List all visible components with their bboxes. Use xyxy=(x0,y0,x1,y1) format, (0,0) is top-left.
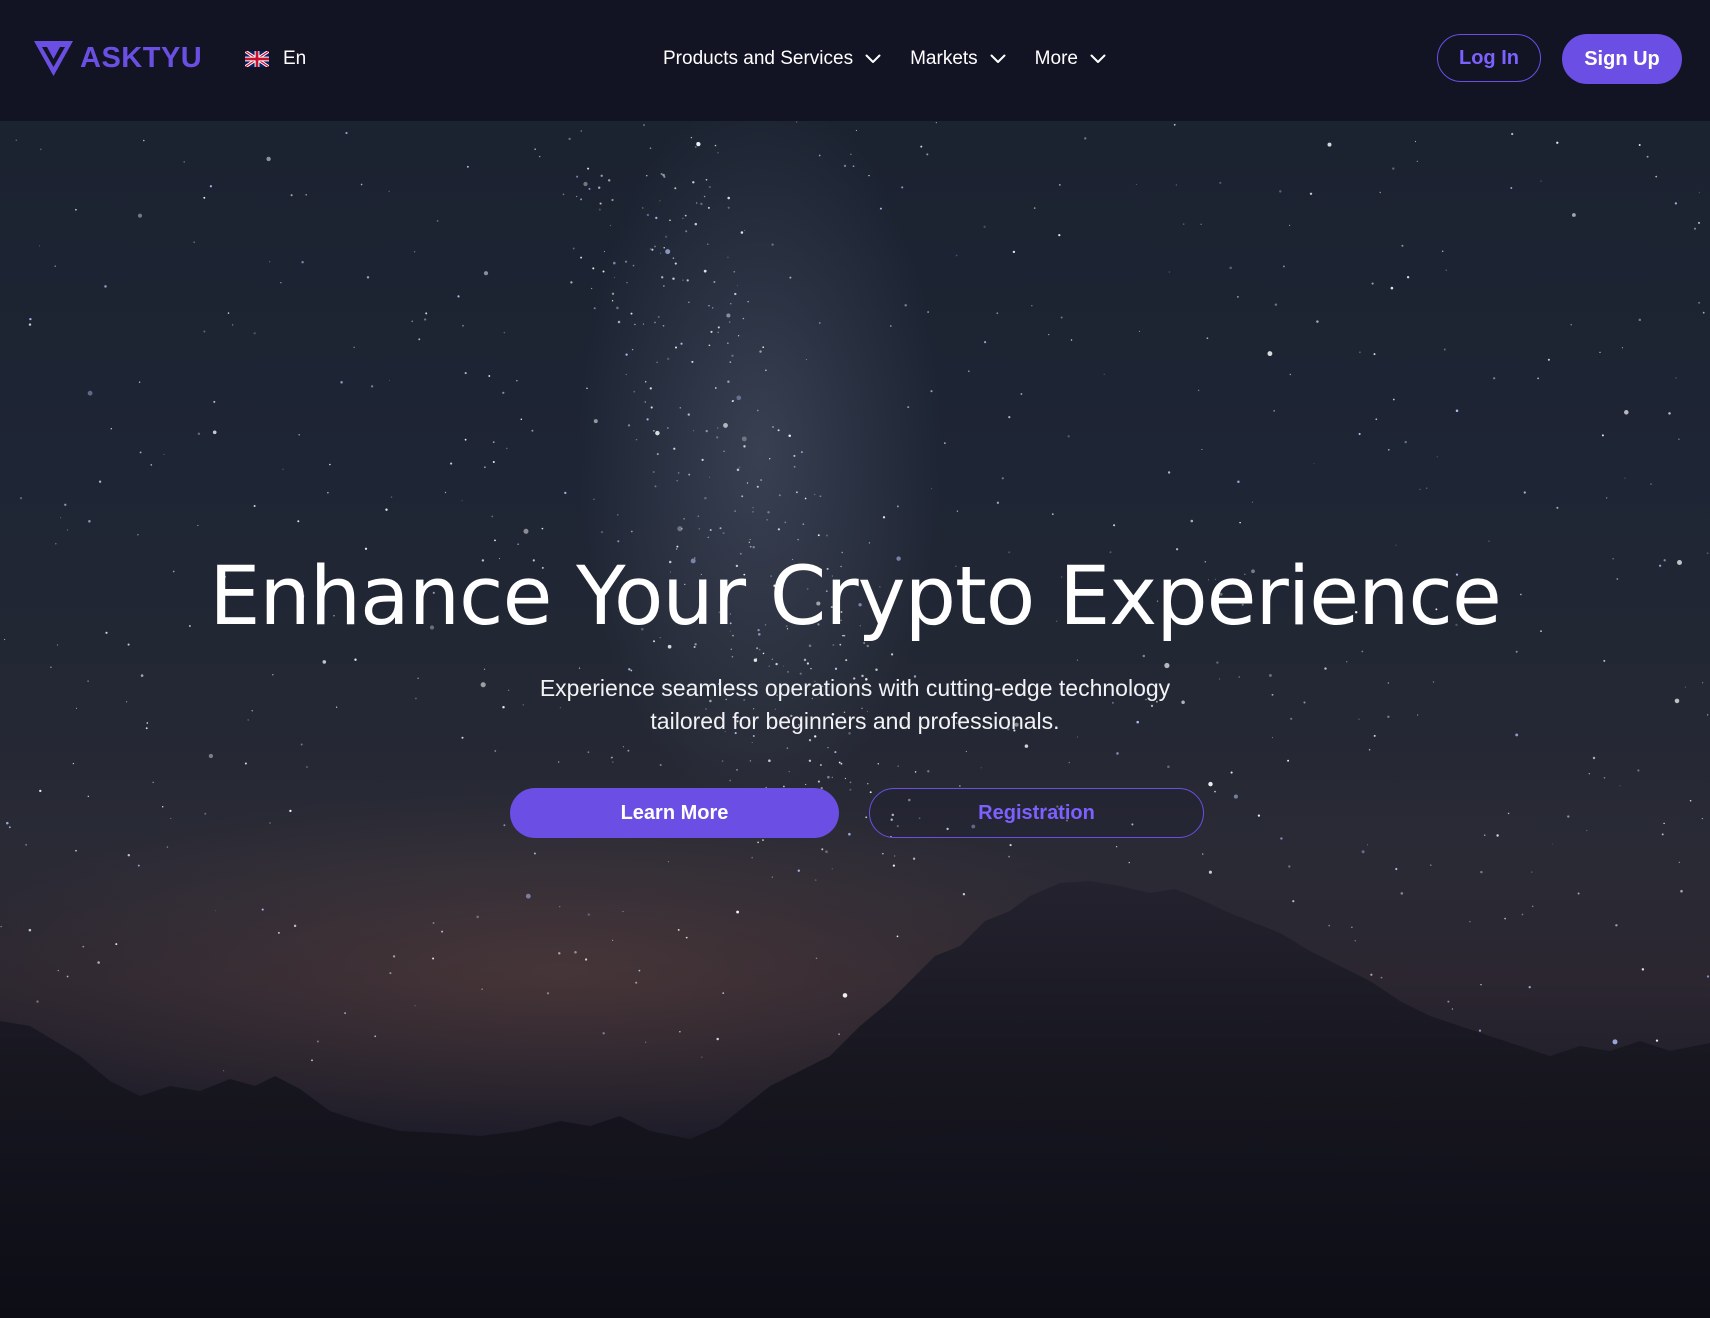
language-label: En xyxy=(283,48,307,69)
hero-subtitle-line-2: tailored for beginners and professionals… xyxy=(650,708,1060,734)
signup-button[interactable]: Sign Up xyxy=(1562,34,1682,84)
brand-name: ASKTYU xyxy=(80,42,203,74)
hero-subtitle: Experience seamless operations with cutt… xyxy=(455,672,1255,738)
v-logo-icon xyxy=(34,41,73,76)
login-button[interactable]: Log In xyxy=(1437,34,1541,82)
hero-subtitle-line-1: Experience seamless operations with cutt… xyxy=(539,675,1171,701)
learn-more-button[interactable]: Learn More xyxy=(510,788,839,838)
brand-logo[interactable]: ASKTYU xyxy=(33,37,202,79)
nav-item-markets[interactable]: Markets xyxy=(910,48,1006,70)
nav-item-label: Markets xyxy=(910,48,978,69)
hero-section: Enhance Your Crypto Experience Experienc… xyxy=(0,121,1710,1318)
chevron-down-icon xyxy=(990,54,1006,63)
nav-item-label: More xyxy=(1034,48,1078,69)
hero-title: Enhance Your Crypto Experience xyxy=(209,550,1502,644)
registration-button[interactable]: Registration xyxy=(869,788,1204,838)
language-selector[interactable]: En xyxy=(245,42,306,76)
nav-item-products-and-services[interactable]: Products and Services xyxy=(663,48,881,70)
chevron-down-icon xyxy=(865,54,881,63)
nav-item-label: Products and Services xyxy=(663,48,854,69)
main-nav: Products and Services Markets More xyxy=(663,40,1106,78)
nav-item-more[interactable]: More xyxy=(1035,48,1106,70)
chevron-down-icon xyxy=(1090,54,1106,63)
uk-flag-icon xyxy=(245,51,269,67)
top-navbar: ASKTYU En Products and Services Markets … xyxy=(0,0,1710,121)
